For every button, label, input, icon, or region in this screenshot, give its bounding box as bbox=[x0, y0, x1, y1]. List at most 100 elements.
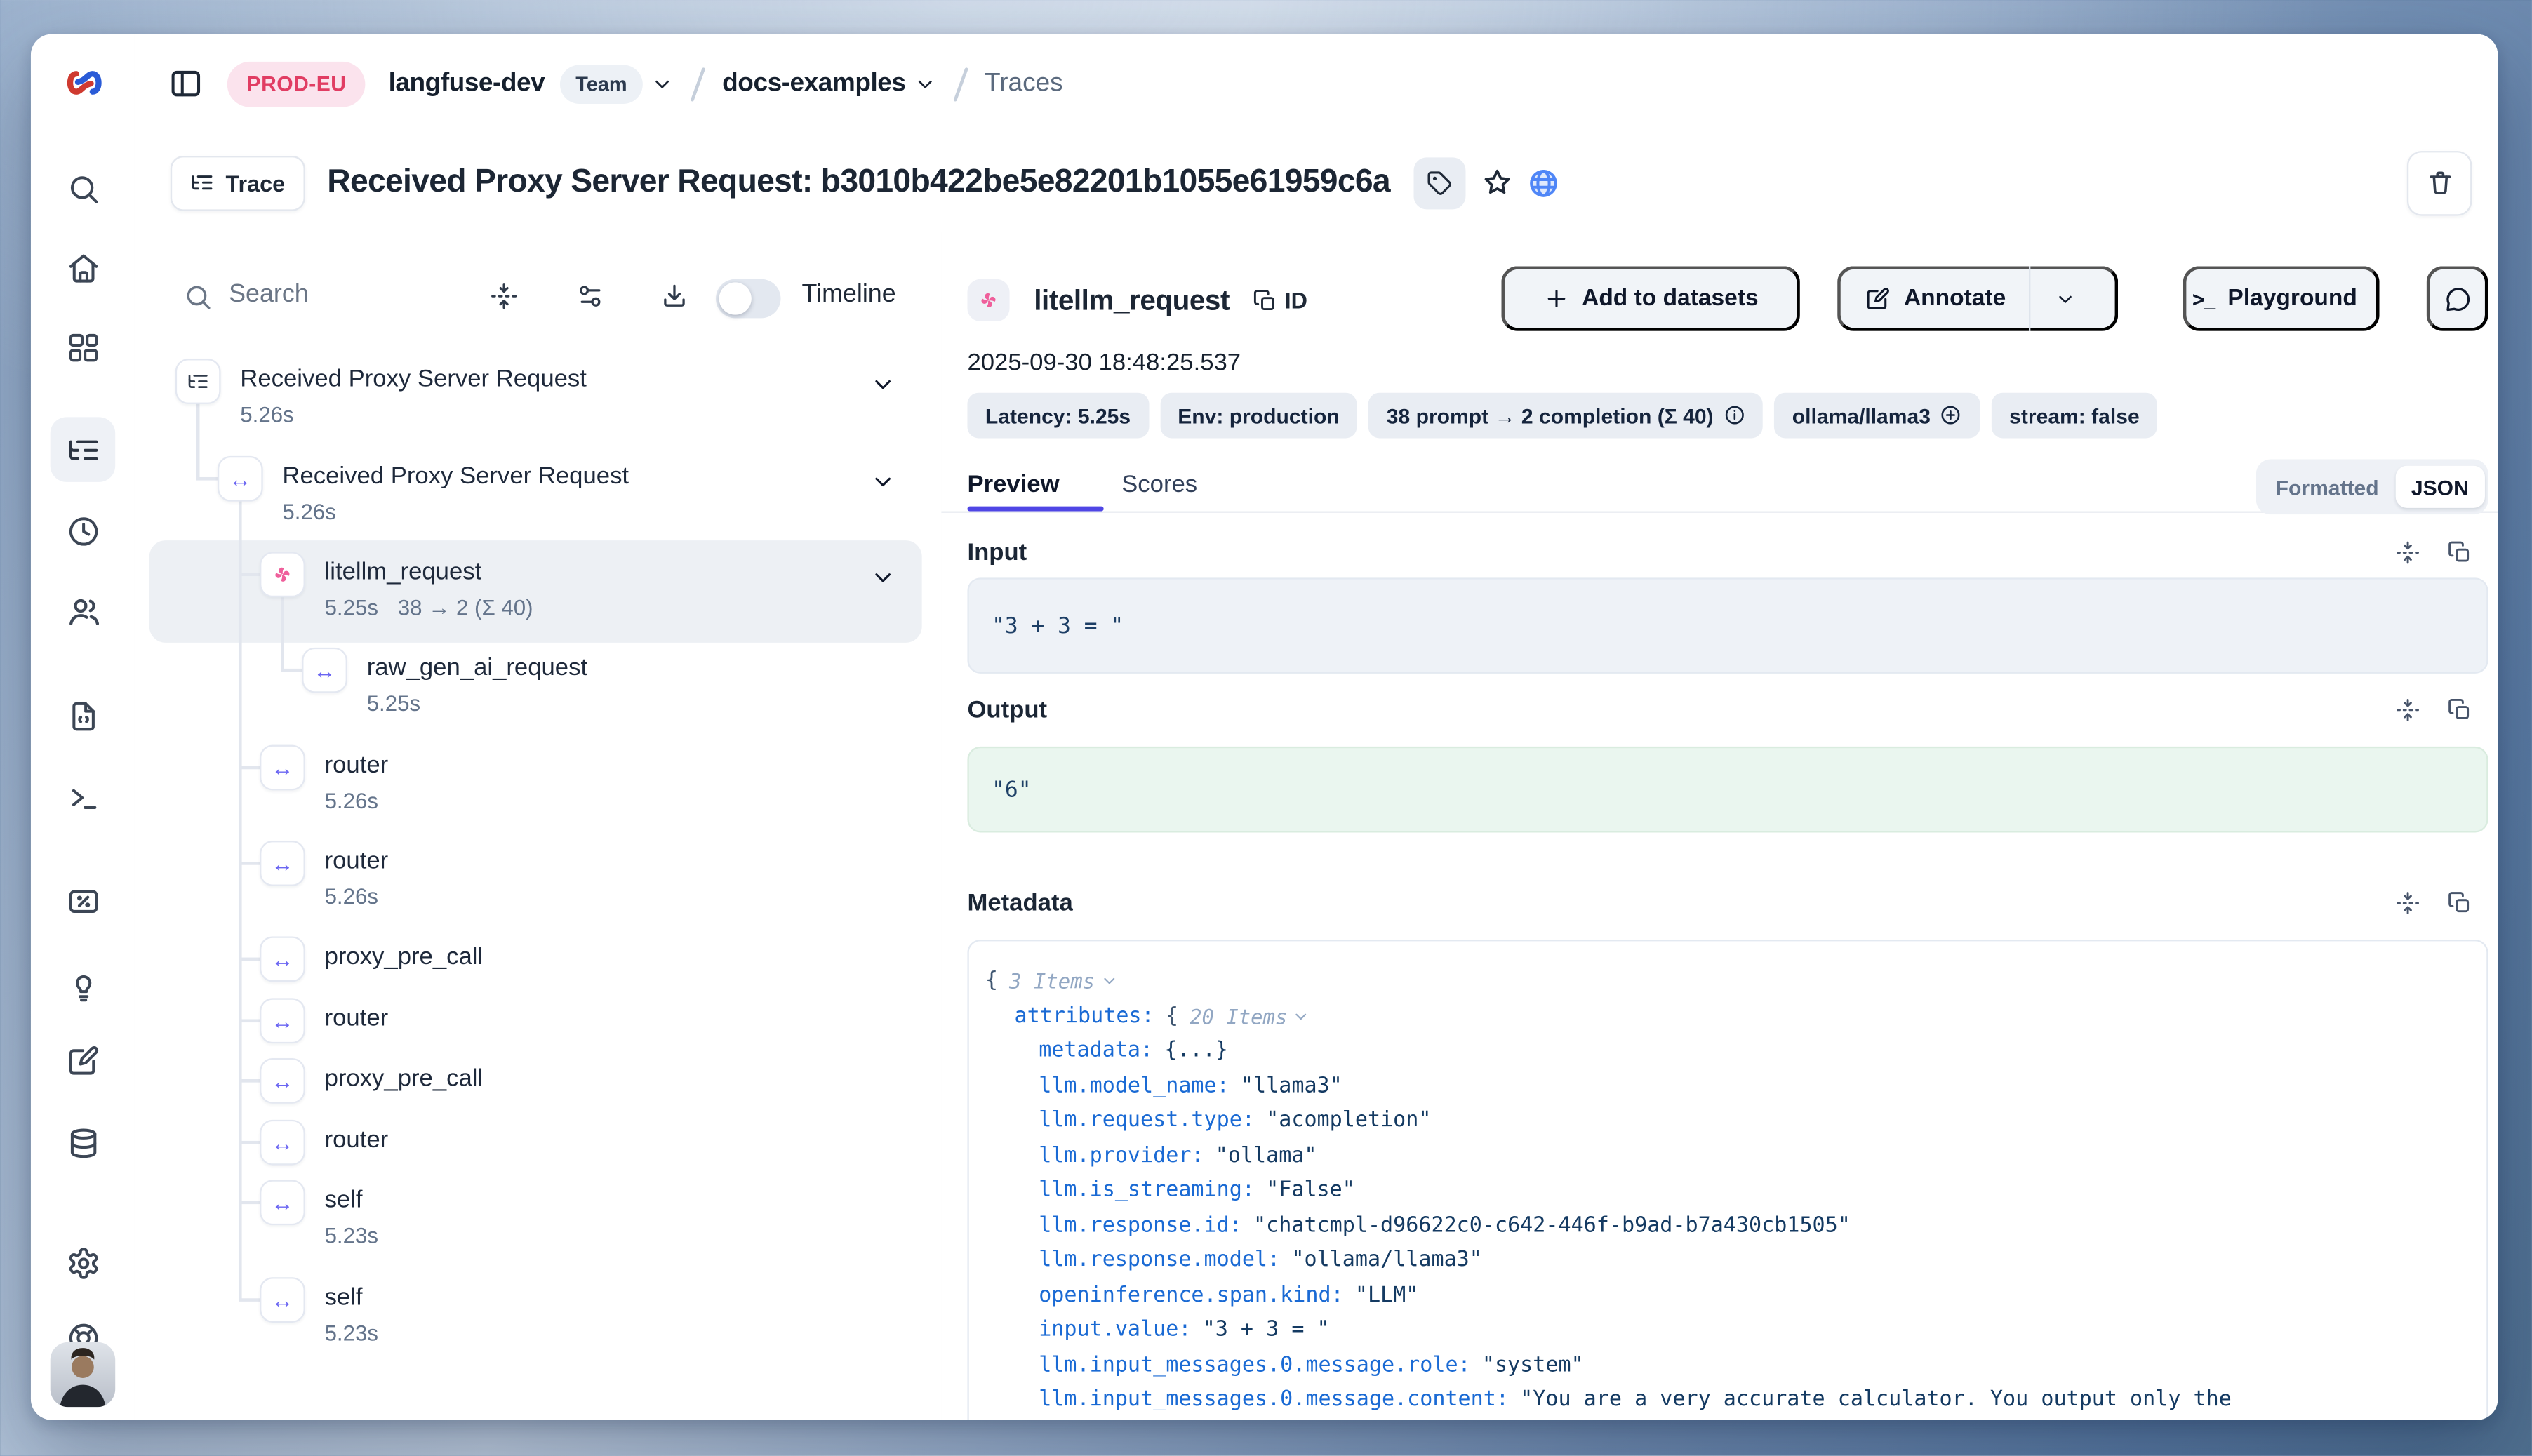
json-row[interactable]: metadata:{...} bbox=[985, 1034, 2470, 1069]
fold-vertical-icon[interactable] bbox=[2396, 891, 2420, 916]
annotation-pen-icon[interactable] bbox=[67, 1043, 101, 1078]
datasets-database-icon[interactable] bbox=[67, 1126, 101, 1161]
tree-row-litellm-request-selected[interactable]: litellm_request 5.25s38 → 2 (Σ 40) bbox=[135, 552, 941, 626]
span-icon: ↔ bbox=[260, 1058, 305, 1104]
tree-row-span[interactable]: ↔ Received Proxy Server Request5.26s bbox=[135, 456, 941, 530]
collapse-all-icon[interactable] bbox=[490, 282, 517, 309]
tree-row-span[interactable]: ↔ router5.26s bbox=[135, 745, 941, 820]
breadcrumb-section[interactable]: Traces bbox=[985, 69, 1063, 98]
copy-id-button[interactable]: ID bbox=[1252, 287, 1307, 313]
public-globe-icon[interactable] bbox=[1526, 166, 1559, 199]
playground-terminal-icon[interactable] bbox=[67, 780, 101, 815]
observation-title: litellm_request bbox=[1034, 283, 1230, 318]
sidebar-item-tracing[interactable] bbox=[51, 417, 116, 482]
observation-timestamp: 2025-09-30 18:48:25.537 bbox=[967, 349, 1241, 376]
tree-row-label: proxy_pre_call bbox=[325, 943, 484, 970]
annotate-main[interactable]: Annotate bbox=[1841, 286, 2029, 312]
terminal-icon: >_ bbox=[2192, 286, 2215, 311]
trace-icon bbox=[175, 359, 221, 404]
annotate-split-button[interactable]: Annotate bbox=[1837, 266, 2118, 331]
users-icon[interactable] bbox=[67, 594, 102, 629]
user-avatar[interactable] bbox=[51, 1342, 116, 1408]
tree-row-label: self bbox=[325, 1187, 363, 1214]
prompts-file-icon[interactable] bbox=[67, 700, 101, 734]
input-value: "3 + 3 = " bbox=[992, 613, 1124, 639]
chevron-down-icon[interactable] bbox=[870, 565, 896, 591]
project-name[interactable]: docs-examples bbox=[722, 69, 905, 98]
copy-icon[interactable] bbox=[2448, 540, 2472, 565]
org-switcher-chevron-icon[interactable] bbox=[651, 72, 674, 95]
span-icon: ↔ bbox=[302, 648, 347, 693]
tree-row-span[interactable]: ↔ self5.23s bbox=[135, 1180, 941, 1254]
timeline-toggle[interactable] bbox=[716, 279, 781, 319]
playground-button[interactable]: >_ Playground bbox=[2183, 266, 2380, 331]
tree-row-span[interactable]: ↔ raw_gen_ai_request5.25s bbox=[135, 648, 941, 722]
format-json-option[interactable]: JSON bbox=[2395, 466, 2485, 508]
active-tab-indicator bbox=[967, 507, 1103, 512]
tab-preview[interactable]: Preview bbox=[967, 471, 1059, 498]
org-logo[interactable] bbox=[63, 62, 105, 104]
list-tree-icon bbox=[190, 171, 215, 195]
lightbulb-icon[interactable] bbox=[67, 969, 101, 1003]
observation-badges: Latency: 5.25s Env: production 38 prompt… bbox=[967, 393, 2157, 439]
tree-row-trace-root[interactable]: Received Proxy Server Request5.26s bbox=[135, 359, 941, 433]
chevron-down-icon[interactable] bbox=[1100, 973, 1117, 990]
annotate-dropdown-chevron-icon[interactable] bbox=[2030, 288, 2100, 309]
copy-icon[interactable] bbox=[2448, 891, 2472, 916]
model-badge[interactable]: ollama/llama3 bbox=[1774, 393, 1980, 439]
download-icon[interactable] bbox=[660, 282, 688, 309]
environment-badge[interactable]: PROD-EU bbox=[227, 61, 366, 107]
home-icon[interactable] bbox=[67, 251, 101, 286]
tree-row-span[interactable]: ↔ proxy_pre_call bbox=[135, 936, 941, 982]
org-name[interactable]: langfuse-dev bbox=[389, 69, 545, 98]
output-section-label: Output bbox=[967, 696, 1047, 723]
format-formatted-option[interactable]: Formatted bbox=[2260, 474, 2395, 499]
project-switcher-chevron-icon[interactable] bbox=[914, 72, 936, 95]
evaluation-icon[interactable] bbox=[67, 884, 101, 919]
tree-row-label: raw_gen_ai_request bbox=[367, 654, 587, 681]
json-row[interactable]: attributes:{20 Items bbox=[985, 999, 2470, 1034]
comments-button[interactable] bbox=[2427, 266, 2488, 331]
chevron-down-icon[interactable] bbox=[870, 372, 896, 398]
circle-plus-icon bbox=[1940, 404, 1962, 426]
info-icon bbox=[1723, 404, 1745, 426]
env-badge: Env: production bbox=[1160, 393, 1357, 439]
json-row: llm.input_messages.0.message.content:"Yo… bbox=[985, 1383, 2470, 1418]
tree-row-span[interactable]: ↔ router bbox=[135, 1120, 941, 1166]
tag-icon[interactable] bbox=[1413, 156, 1465, 208]
chevron-down-icon[interactable] bbox=[870, 469, 896, 495]
add-to-datasets-button[interactable]: Add to datasets bbox=[1501, 266, 1800, 331]
span-icon: ↔ bbox=[260, 745, 305, 791]
search-icon[interactable] bbox=[67, 172, 101, 206]
playground-label: Playground bbox=[2227, 286, 2357, 312]
metadata-json-box: {3 Items attributes:{20 Items metadata:{… bbox=[967, 940, 2488, 1420]
tab-scores[interactable]: Scores bbox=[1121, 471, 1197, 498]
delete-trace-button[interactable] bbox=[2407, 150, 2472, 215]
display-settings-icon[interactable] bbox=[576, 282, 604, 309]
tree-row-duration: 5.26s bbox=[325, 884, 378, 909]
trace-badge-label: Trace bbox=[225, 170, 285, 196]
fold-vertical-icon[interactable] bbox=[2396, 540, 2420, 565]
settings-gear-icon[interactable] bbox=[67, 1246, 101, 1281]
star-icon[interactable] bbox=[1481, 167, 1512, 198]
plus-icon bbox=[1543, 286, 1569, 312]
tree-row-tokens: 38 → 2 (Σ 40) bbox=[398, 591, 533, 627]
tree-row-span[interactable]: ↔ router5.26s bbox=[135, 841, 941, 915]
sessions-clock-icon[interactable] bbox=[67, 514, 101, 549]
tree-row-span[interactable]: ↔ self5.23s bbox=[135, 1277, 941, 1351]
tree-row-span[interactable]: ↔ router bbox=[135, 998, 941, 1043]
span-icon: ↔ bbox=[218, 456, 263, 502]
fold-vertical-icon[interactable] bbox=[2396, 698, 2420, 723]
json-row[interactable]: {3 Items bbox=[985, 964, 2470, 999]
chevron-down-icon[interactable] bbox=[1292, 1008, 1310, 1025]
sidebar bbox=[31, 34, 136, 1420]
copy-icon[interactable] bbox=[2448, 698, 2472, 723]
metadata-section-label: Metadata bbox=[967, 889, 1072, 916]
top-navigation: PROD-EU langfuse-dev Team docs-examples … bbox=[135, 34, 2498, 135]
copy-icon bbox=[1252, 288, 1277, 313]
token-usage-badge[interactable]: 38 prompt → 2 completion (Σ 40) bbox=[1368, 393, 1763, 439]
search-input[interactable]: Search bbox=[229, 281, 309, 310]
sidebar-toggle-icon[interactable] bbox=[169, 67, 204, 101]
dashboards-icon[interactable] bbox=[67, 331, 101, 366]
tree-row-span[interactable]: ↔ proxy_pre_call bbox=[135, 1058, 941, 1104]
